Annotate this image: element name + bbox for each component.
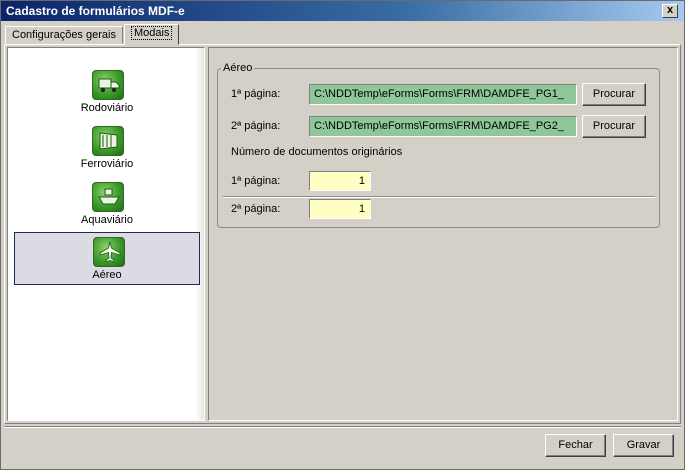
browse-page2-button[interactable]: Procurar <box>582 115 646 138</box>
tab-modals[interactable]: Modais <box>124 24 180 45</box>
tab-general-settings[interactable]: Configurações gerais <box>5 26 123 44</box>
title-bar: Cadastro de formulários MDF-e x <box>1 1 684 21</box>
docs-page2-label: 2ª página: <box>231 203 281 215</box>
footer-separator <box>4 426 681 428</box>
save-button[interactable]: Gravar <box>613 434 674 457</box>
train-icon <box>92 126 124 156</box>
modal-item-ferroviario[interactable]: Ferroviário <box>14 122 200 175</box>
page2-label: 2ª página: <box>231 120 281 132</box>
ship-icon <box>92 182 124 212</box>
button-label: Procurar <box>592 88 636 100</box>
aereo-group-title: Aéreo <box>221 62 255 74</box>
docs-page1-label: 1ª página: <box>231 175 281 187</box>
tab-label: Modais <box>131 26 173 40</box>
docs-page2-field[interactable]: 1 <box>309 199 371 219</box>
airplane-icon <box>93 237 125 267</box>
button-label: Gravar <box>626 439 661 451</box>
close-button[interactable]: Fechar <box>545 434 606 457</box>
original-docs-divider <box>223 196 655 198</box>
modal-item-rodoviario[interactable]: Rodoviário <box>14 66 200 119</box>
docs-page1-field[interactable]: 1 <box>309 171 371 191</box>
browse-page1-button[interactable]: Procurar <box>582 83 646 106</box>
modal-item-aquaviario[interactable]: Aquaviário <box>14 178 200 231</box>
page1-path-field[interactable]: C:\NDDTemp\eForms\Forms\FRM\DAMDFE_PG1_ <box>309 84 577 105</box>
close-window-button[interactable]: x <box>662 4 678 18</box>
modals-tab-panel: Rodoviário Ferroviário Aquaviário Aéreo … <box>4 44 681 424</box>
tab-label: Configurações gerais <box>12 29 116 41</box>
original-docs-title: Número de documentos originários <box>229 146 405 158</box>
page2-path-field[interactable]: C:\NDDTemp\eForms\Forms\FRM\DAMDFE_PG2_ <box>309 116 577 137</box>
modal-item-aereo[interactable]: Aéreo <box>14 232 200 285</box>
modal-label: Ferroviário <box>80 158 134 170</box>
modal-settings-panel: Aéreo 1ª página: C:\NDDTemp\eForms\Forms… <box>208 47 678 421</box>
page1-label: 1ª página: <box>231 88 281 100</box>
button-label: Fechar <box>558 439 593 451</box>
button-label: Procurar <box>592 120 636 132</box>
mdfe-forms-window: Cadastro de formulários MDF-e x Configur… <box>0 0 685 470</box>
modal-list: Rodoviário Ferroviário Aquaviário Aéreo <box>7 47 205 421</box>
modal-label: Rodoviário <box>80 102 134 114</box>
truck-icon <box>92 70 124 100</box>
modal-label: Aquaviário <box>81 214 133 226</box>
window-title: Cadastro de formulários MDF-e <box>6 4 185 18</box>
close-icon: x <box>666 4 674 16</box>
modal-label: Aéreo <box>92 269 122 281</box>
